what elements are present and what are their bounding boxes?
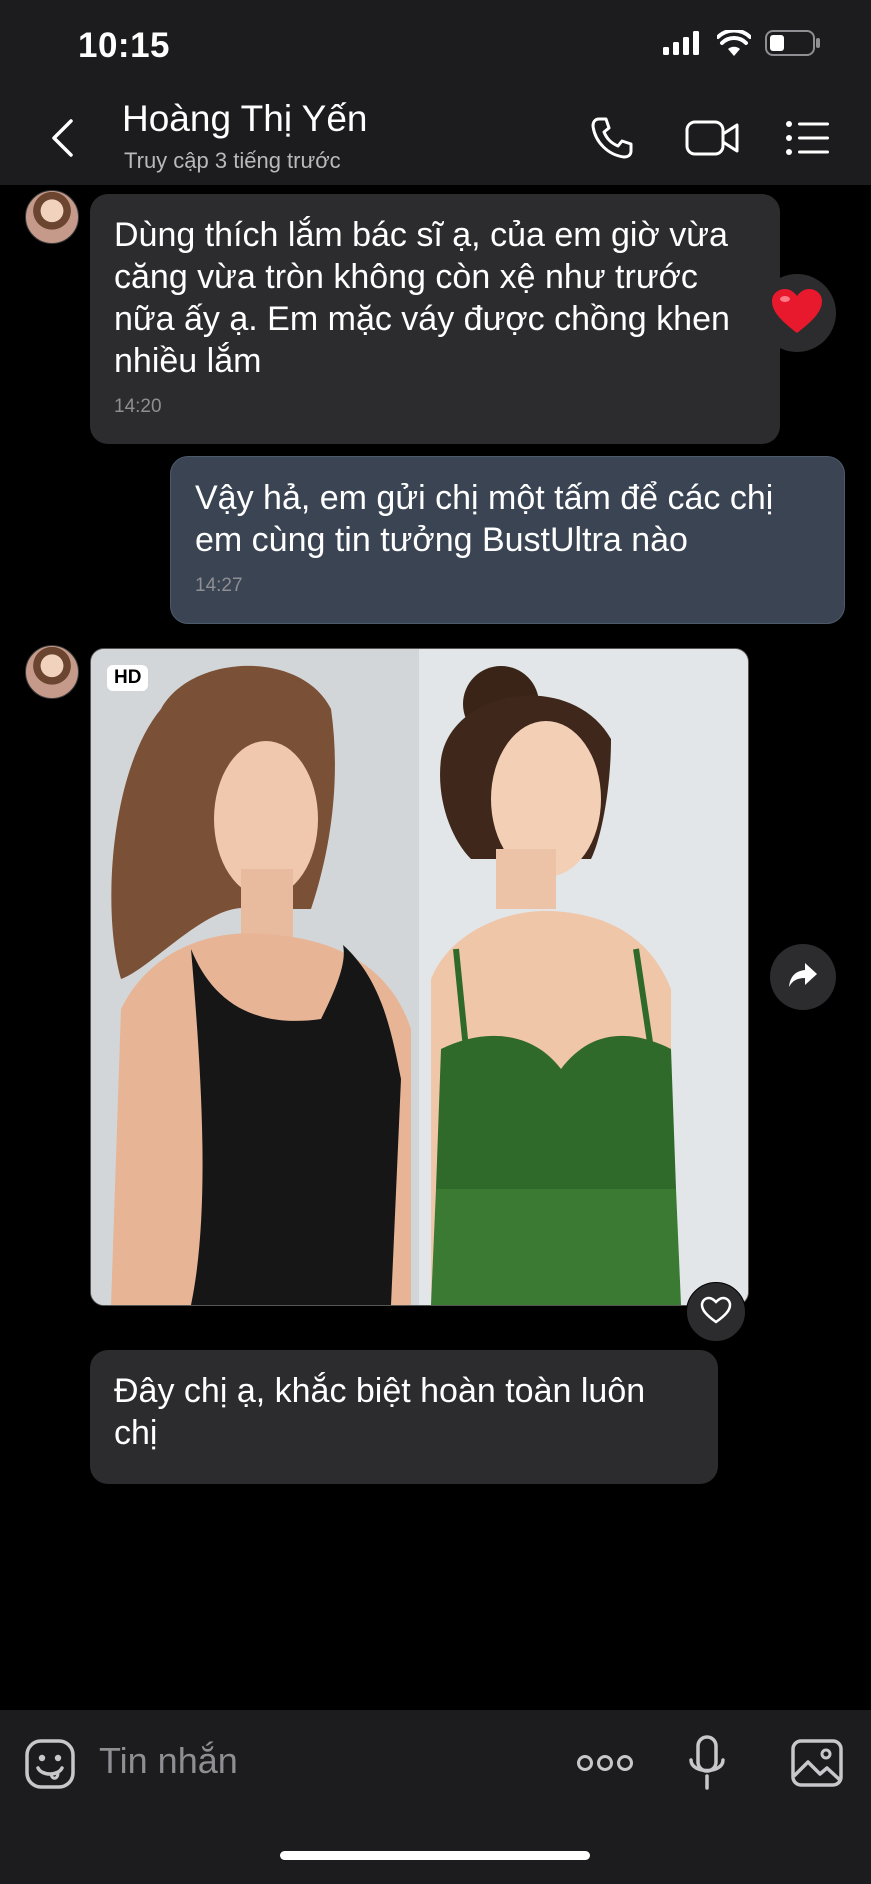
chat-header: 10:15 Hoàng Thị Yến Truy cập 3 tiếng trư… bbox=[0, 0, 871, 185]
avatar[interactable] bbox=[25, 190, 79, 244]
image-button[interactable] bbox=[790, 1738, 844, 1793]
more-icon bbox=[576, 1755, 634, 1782]
forward-button[interactable] bbox=[770, 944, 836, 1010]
wifi-icon bbox=[716, 28, 752, 61]
menu-button[interactable] bbox=[780, 112, 836, 168]
message-time: 14:27 bbox=[195, 575, 243, 596]
signal-icon bbox=[663, 31, 703, 60]
message-time: 14:20 bbox=[114, 396, 162, 417]
status-time: 10:15 bbox=[78, 26, 171, 65]
message-text: Đây chị ạ, khắc biệt hoàn toàn luôn chị bbox=[114, 1372, 646, 1452]
video-call-icon bbox=[685, 118, 741, 163]
more-button[interactable] bbox=[576, 1748, 634, 1783]
call-button[interactable] bbox=[584, 112, 640, 168]
message-bubble-outgoing[interactable]: Vậy hả, em gửi chị một tấm để các chị em… bbox=[170, 456, 845, 624]
emoji-icon bbox=[24, 1739, 76, 1794]
forward-icon bbox=[787, 961, 819, 994]
message-bubble-incoming[interactable]: Dùng thích lắm bác sĩ ạ, của em giờ vừa … bbox=[90, 194, 780, 444]
heart-icon bbox=[770, 287, 824, 340]
message-bubble-incoming[interactable]: Đây chị ạ, khắc biệt hoàn toàn luôn chị bbox=[90, 1350, 718, 1484]
heart-outline-icon bbox=[700, 1296, 732, 1329]
hd-badge: HD bbox=[107, 665, 149, 691]
video-call-button[interactable] bbox=[680, 112, 746, 168]
status-icons bbox=[663, 28, 821, 61]
microphone-button[interactable] bbox=[688, 1734, 726, 1797]
emoji-button[interactable] bbox=[24, 1738, 76, 1795]
last-seen-status: Truy cập 3 tiếng trước bbox=[124, 148, 341, 173]
message-text: Vậy hả, em gửi chị một tấm để các chị em… bbox=[195, 479, 774, 559]
message-input[interactable]: Tin nhắn bbox=[99, 1740, 238, 1782]
phone-icon bbox=[589, 115, 635, 166]
home-indicator[interactable] bbox=[280, 1851, 590, 1860]
back-icon bbox=[49, 118, 75, 163]
message-text: Dùng thích lắm bác sĩ ạ, của em giờ vừa … bbox=[114, 216, 730, 380]
photo-message[interactable]: HD bbox=[90, 648, 749, 1306]
like-button[interactable] bbox=[686, 1282, 746, 1342]
reaction-badge[interactable] bbox=[758, 274, 836, 352]
menu-list-icon bbox=[785, 120, 831, 161]
avatar[interactable] bbox=[25, 645, 79, 699]
image-icon bbox=[790, 1739, 844, 1792]
battery-icon bbox=[765, 30, 821, 61]
back-button[interactable] bbox=[40, 110, 84, 170]
before-after-photo bbox=[91, 649, 748, 1305]
microphone-icon bbox=[688, 1735, 726, 1796]
contact-name[interactable]: Hoàng Thị Yến bbox=[122, 98, 368, 140]
